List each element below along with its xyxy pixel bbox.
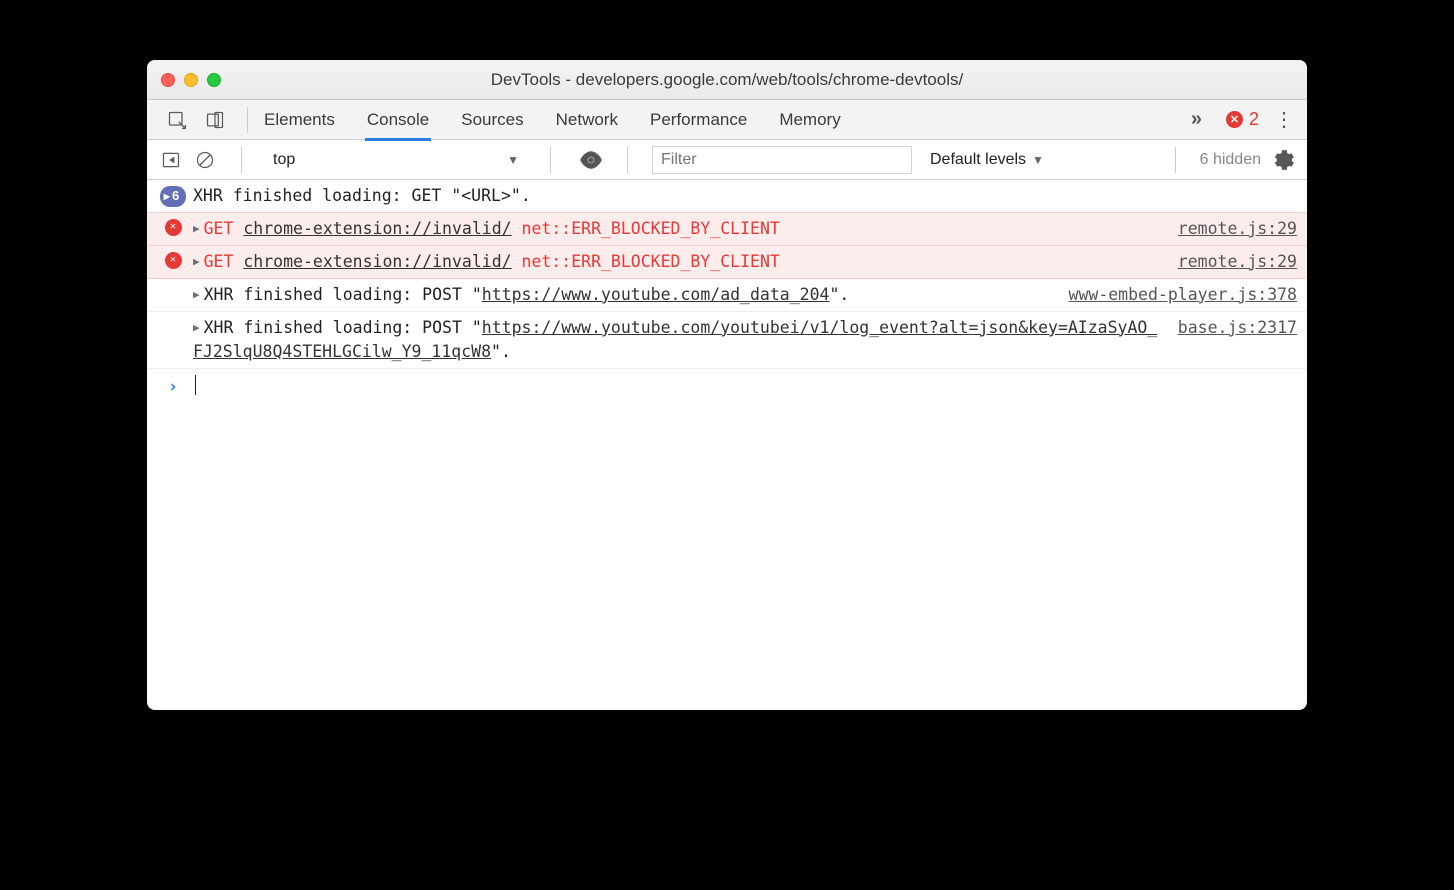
- error-icon: [165, 219, 182, 236]
- divider: [241, 147, 242, 173]
- levels-label: Default levels: [930, 151, 1026, 169]
- console-row-error[interactable]: ▶GET chrome-extension://invalid/ net::ER…: [147, 212, 1307, 246]
- divider: [550, 147, 551, 173]
- devtools-window: DevTools - developers.google.com/web/too…: [147, 60, 1307, 710]
- live-expression-icon[interactable]: [579, 148, 603, 172]
- log-levels-selector[interactable]: Default levels ▼: [930, 151, 1044, 169]
- disclosure-triangle-icon[interactable]: ▶: [193, 287, 200, 303]
- input-caret: [195, 375, 196, 395]
- source-link[interactable]: base.js:2317: [1178, 316, 1297, 340]
- console-row[interactable]: base.js:2317 ▶XHR finished loading: POST…: [147, 312, 1307, 369]
- context-selector[interactable]: top ▼: [266, 146, 526, 174]
- console-row[interactable]: www-embed-player.js:378 ▶XHR finished lo…: [147, 279, 1307, 312]
- request-url[interactable]: chrome-extension://invalid/: [243, 252, 511, 271]
- context-label: top: [273, 151, 295, 169]
- msg-suffix: ".: [829, 285, 849, 304]
- chevron-down-icon: ▼: [507, 153, 519, 167]
- hidden-count[interactable]: 6 hidden: [1200, 151, 1261, 169]
- error-icon: [1226, 111, 1243, 128]
- tab-console[interactable]: Console: [365, 101, 431, 139]
- message-text: XHR finished loading: GET "<URL>".: [193, 184, 1297, 208]
- console-row-error[interactable]: ▶GET chrome-extension://invalid/ net::ER…: [147, 245, 1307, 279]
- divider: [627, 147, 628, 173]
- chevron-down-icon: ▼: [1032, 153, 1044, 167]
- error-icon: [165, 252, 182, 269]
- msg-suffix: ".: [491, 342, 511, 361]
- disclosure-triangle-icon[interactable]: ▶: [193, 254, 200, 270]
- titlebar: DevTools - developers.google.com/web/too…: [147, 60, 1307, 100]
- error-count: 2: [1249, 109, 1259, 130]
- tab-network[interactable]: Network: [554, 101, 620, 139]
- prompt-icon: ›: [153, 373, 193, 400]
- settings-icon[interactable]: [1271, 148, 1295, 172]
- source-link[interactable]: remote.js:29: [1166, 250, 1297, 274]
- source-link[interactable]: www-embed-player.js:378: [1069, 283, 1297, 307]
- inspect-element-icon[interactable]: [165, 108, 189, 132]
- divider: [1175, 147, 1176, 173]
- tabbar: Elements Console Sources Network Perform…: [147, 100, 1307, 140]
- disclosure-triangle-icon[interactable]: ▶: [193, 320, 200, 336]
- msg-prefix: XHR finished loading: POST ": [204, 285, 482, 304]
- source-link[interactable]: remote.js:29: [1166, 217, 1297, 241]
- window-title: DevTools - developers.google.com/web/too…: [147, 70, 1307, 90]
- request-url[interactable]: chrome-extension://invalid/: [243, 219, 511, 238]
- tab-sources[interactable]: Sources: [459, 101, 525, 139]
- tabs-overflow-button[interactable]: »: [1185, 108, 1208, 131]
- method: GET: [204, 219, 234, 238]
- request-url[interactable]: https://www.youtube.com/ad_data_204: [482, 285, 830, 304]
- msg-prefix: XHR finished loading: POST ": [204, 318, 482, 337]
- filter-input[interactable]: [652, 146, 912, 174]
- error-badge[interactable]: 2: [1226, 109, 1259, 130]
- console-input-row[interactable]: ›: [147, 369, 1307, 404]
- error-text: net::ERR_BLOCKED_BY_CLIENT: [522, 252, 780, 271]
- more-options-icon[interactable]: ⋮: [1273, 107, 1295, 132]
- console-output: 6 XHR finished loading: GET "<URL>". ▶GE…: [147, 180, 1307, 710]
- message-count-pill[interactable]: 6: [160, 186, 186, 207]
- disclosure-triangle-icon[interactable]: ▶: [193, 221, 200, 237]
- divider: [247, 107, 248, 133]
- toggle-sidebar-button[interactable]: [159, 148, 183, 172]
- tab-memory[interactable]: Memory: [777, 101, 842, 139]
- tab-elements[interactable]: Elements: [262, 101, 337, 139]
- tab-performance[interactable]: Performance: [648, 101, 749, 139]
- console-row[interactable]: 6 XHR finished loading: GET "<URL>".: [147, 180, 1307, 213]
- console-toolbar: top ▼ Default levels ▼ 6 hidden: [147, 140, 1307, 180]
- clear-console-button[interactable]: [193, 148, 217, 172]
- error-text: net::ERR_BLOCKED_BY_CLIENT: [522, 219, 780, 238]
- device-toolbar-icon[interactable]: [203, 108, 227, 132]
- method: GET: [204, 252, 234, 271]
- panel-tabs: Elements Console Sources Network Perform…: [262, 101, 1185, 139]
